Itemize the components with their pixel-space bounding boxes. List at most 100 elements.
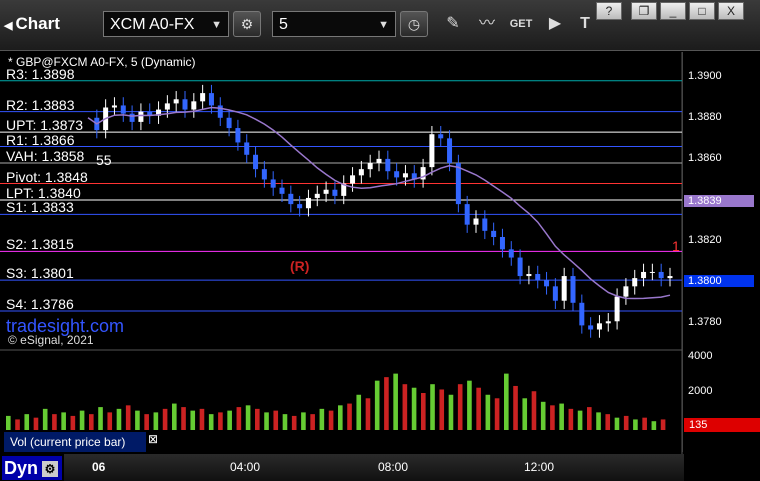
volume-bar bbox=[347, 403, 352, 430]
candle-body bbox=[270, 179, 276, 188]
volume-bar bbox=[301, 412, 306, 430]
price-tick: 1.3860 bbox=[688, 151, 722, 164]
volume-bar bbox=[614, 417, 620, 430]
time-tick-0400: 04:00 bbox=[230, 460, 261, 474]
volume-bar bbox=[24, 414, 30, 430]
volume-bar bbox=[596, 412, 601, 430]
volume-bar bbox=[384, 377, 389, 430]
candle-body bbox=[447, 138, 453, 163]
candle-body bbox=[535, 274, 541, 281]
workspace-label: Dyn bbox=[4, 458, 39, 478]
volume-bar bbox=[199, 408, 205, 430]
candle-body bbox=[376, 158, 382, 163]
gear-icon: ⚙ bbox=[42, 461, 59, 478]
candle-body bbox=[473, 218, 479, 225]
candle-body bbox=[499, 237, 505, 250]
candle-body bbox=[552, 286, 558, 301]
candle-body bbox=[623, 286, 629, 297]
volume-bar bbox=[457, 384, 463, 430]
volume-bar bbox=[559, 403, 564, 430]
candle-body bbox=[667, 276, 673, 279]
candle-body bbox=[200, 93, 206, 102]
candle-body bbox=[332, 189, 338, 196]
copyright: © eSignal, 2021 bbox=[8, 333, 94, 347]
pivot-levels bbox=[0, 52, 683, 454]
candle-body bbox=[526, 274, 532, 277]
volume-bar bbox=[282, 414, 288, 430]
price-tick: 1.3839 bbox=[684, 195, 754, 208]
volume-bar bbox=[338, 405, 343, 430]
candle-body bbox=[323, 189, 329, 194]
candle-body bbox=[658, 271, 664, 279]
volume-bar bbox=[485, 394, 491, 430]
volume-bar bbox=[587, 407, 592, 430]
candle-body bbox=[173, 99, 179, 104]
volume-bar bbox=[642, 417, 647, 430]
volume-bar bbox=[181, 407, 186, 430]
volume-bar bbox=[522, 398, 528, 430]
volume-bar bbox=[33, 417, 39, 430]
candle-body bbox=[508, 249, 514, 258]
volume-bar bbox=[494, 398, 500, 430]
candle-body bbox=[482, 218, 488, 231]
r-marker: (R) bbox=[290, 258, 310, 274]
candle-body bbox=[438, 134, 444, 139]
volume-bar bbox=[70, 415, 76, 430]
chart-window: ◀ Chart XCM A0-FX ▼ ⚙ 5 ▼ ◷ ✎ 〰 GET ▶ T ? … bbox=[0, 0, 760, 481]
price-tick: 1.3880 bbox=[688, 110, 722, 123]
candle-body bbox=[596, 323, 602, 330]
candle-body bbox=[561, 276, 567, 301]
candle-body bbox=[394, 171, 400, 178]
volume-bar bbox=[411, 387, 417, 430]
candle-body bbox=[261, 169, 267, 180]
candle-body bbox=[632, 278, 638, 287]
candle-body bbox=[182, 99, 188, 110]
volume-tick-2000: 2000 bbox=[688, 385, 713, 397]
volume-bar bbox=[374, 380, 380, 430]
volume-bar bbox=[421, 393, 426, 430]
candle-body bbox=[385, 158, 391, 172]
volume-bar bbox=[651, 421, 657, 430]
candle-body bbox=[464, 204, 470, 225]
volume-bar bbox=[264, 412, 269, 430]
volume-current-badge: 135 bbox=[684, 418, 760, 432]
volume-bar bbox=[6, 415, 11, 430]
volume-close-icon[interactable]: ⊠ bbox=[148, 432, 158, 446]
time-tick-06: 06 bbox=[92, 460, 106, 474]
candle-body bbox=[517, 257, 523, 277]
moving-average bbox=[87, 106, 671, 300]
candle-body bbox=[429, 134, 435, 168]
candle-body bbox=[358, 169, 364, 176]
volume-bar bbox=[89, 414, 94, 430]
volume-bar bbox=[291, 415, 297, 430]
workspace-tab[interactable]: Dyn ⚙ bbox=[2, 456, 62, 480]
candle-body bbox=[570, 276, 576, 303]
volume-bar bbox=[190, 410, 196, 430]
volume-bar bbox=[550, 405, 555, 430]
volume-bar bbox=[328, 410, 334, 430]
volume-bar bbox=[227, 410, 232, 430]
candle-body bbox=[455, 163, 461, 205]
candle-body bbox=[226, 117, 232, 129]
volume-study-label[interactable]: Vol (current price bar) bbox=[4, 432, 146, 452]
volume-bar bbox=[79, 410, 85, 430]
level-label-r1: R1: 1.3866 bbox=[6, 131, 75, 148]
price-chart[interactable] bbox=[0, 0, 760, 481]
volume-bar bbox=[125, 405, 131, 430]
volume-bars bbox=[6, 373, 666, 430]
candle-body bbox=[605, 321, 611, 324]
candle-body bbox=[111, 105, 117, 108]
level-label-r2: R2: 1.3883 bbox=[6, 96, 75, 113]
volume-bar bbox=[430, 384, 435, 430]
time-axis[interactable] bbox=[64, 454, 684, 481]
level-label-pivot: Pivot: 1.3848 bbox=[6, 168, 88, 185]
level-label-s1: S1: 1.3833 bbox=[6, 199, 74, 216]
volume-bar bbox=[568, 408, 574, 430]
volume-bar bbox=[623, 415, 629, 430]
candle-body bbox=[649, 271, 655, 273]
s2-marker: 1 bbox=[672, 238, 680, 254]
volume-bar bbox=[52, 414, 57, 430]
candle-body bbox=[491, 230, 497, 237]
volume-bar bbox=[365, 398, 371, 430]
candle-body bbox=[138, 111, 144, 122]
